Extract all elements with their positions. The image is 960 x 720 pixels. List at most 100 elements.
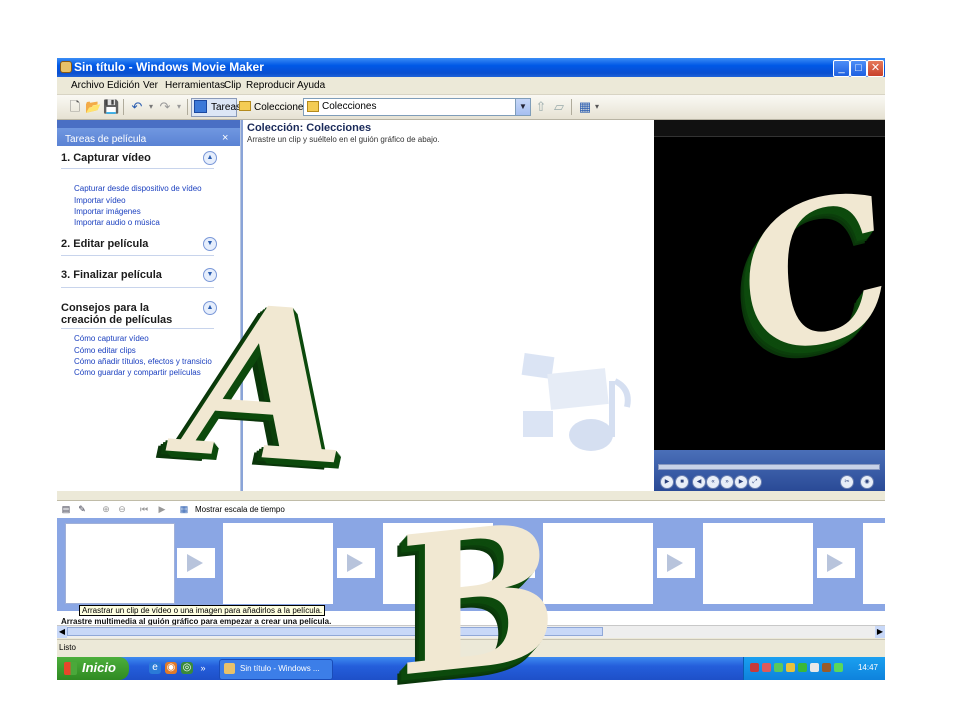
collection-up-icon[interactable]: ⇧ [533, 99, 549, 115]
new-collection-folder-icon[interactable]: ▱ [551, 99, 567, 115]
volume-icon[interactable] [810, 663, 819, 672]
menu-archivo[interactable]: Archivo [71, 80, 104, 91]
views-dropdown-icon[interactable]: ▾ [589, 99, 605, 115]
rewind-storyboard-icon[interactable]: ⏮ [139, 504, 149, 514]
transition-arrow-icon [827, 554, 843, 572]
task-pane-title: Tareas de película [65, 134, 147, 145]
quicklaunch-more-icon[interactable]: » [197, 662, 209, 674]
taskbar-movie-maker-button[interactable]: Sin título - Windows ... [219, 659, 333, 680]
rewind-icon[interactable]: « [706, 475, 720, 489]
tray-app-icon[interactable] [762, 663, 771, 672]
folder-icon [239, 101, 251, 111]
transition-slot[interactable] [657, 548, 695, 578]
collection-title: Colección: Colecciones [247, 122, 372, 134]
movie-maker-app-icon [60, 61, 72, 73]
tray-device-icon[interactable] [822, 663, 831, 672]
overlay-letter-c: C [734, 143, 897, 406]
redo-dropdown-icon[interactable]: ▾ [171, 99, 187, 115]
collection-folder-icon [307, 101, 319, 112]
tray-battery-icon[interactable] [834, 663, 843, 672]
collection-combo-value: Colecciones [322, 101, 377, 112]
open-project-icon[interactable]: 📂 [85, 99, 101, 115]
chevron-down-icon[interactable]: ▼ [203, 237, 217, 251]
toolbar: 🗋 📂 💾 ↶ ▾ ↷ ▾ Tareas Colecciones Colecci… [57, 95, 885, 120]
forward-icon[interactable]: » [720, 475, 734, 489]
new-project-icon[interactable]: 🗋 [67, 99, 83, 115]
zoom-in-icon[interactable]: ⊕ [101, 504, 111, 514]
start-button[interactable]: Inicio [57, 657, 129, 680]
chevron-up-icon[interactable]: ▲ [203, 151, 217, 165]
storyboard-slot[interactable] [703, 523, 813, 604]
tray-update-icon[interactable] [786, 663, 795, 672]
stop-icon[interactable]: ■ [675, 475, 689, 489]
next-frame-icon[interactable]: ▶ [734, 475, 748, 489]
transition-arrow-icon [667, 554, 683, 572]
start-label: Inicio [82, 660, 116, 675]
narrate-icon[interactable]: ✎ [77, 504, 87, 514]
link-how-capture[interactable]: Cómo capturar vídeo [74, 334, 149, 343]
status-text: Listo [59, 643, 76, 652]
storyboard-slot[interactable] [223, 523, 333, 604]
transition-slot[interactable] [177, 548, 215, 578]
link-how-save[interactable]: Cómo guardar y compartir películas [74, 368, 201, 377]
section-edit-title[interactable]: 2. Editar película [61, 238, 148, 250]
link-import-images[interactable]: Importar imágenes [74, 207, 141, 216]
storyboard-slot[interactable] [65, 523, 175, 604]
chevron-down-icon[interactable]: ▼ [515, 99, 530, 115]
save-project-icon[interactable]: 💾 [103, 99, 119, 115]
task-pane-close-icon[interactable]: × [222, 132, 228, 144]
tareas-button[interactable]: Tareas [191, 98, 241, 117]
quicklaunch-icon[interactable]: ◎ [181, 662, 193, 674]
menu-ver[interactable]: Ver [143, 80, 158, 91]
taskbar-button-label: Sin título - Windows ... [240, 664, 320, 673]
minimize-button[interactable]: _ [833, 60, 850, 77]
storyboard-view-icon[interactable]: ▤ [61, 504, 71, 514]
tray-antivirus-icon[interactable] [750, 663, 759, 672]
link-capture-device[interactable]: Capturar desde dispositivo de vídeo [74, 184, 202, 193]
take-picture-icon[interactable]: ◉ [860, 475, 874, 489]
link-import-video[interactable]: Importar vídeo [74, 196, 126, 205]
tray-network-icon[interactable] [774, 663, 783, 672]
scroll-right-icon[interactable]: ▶ [875, 626, 885, 638]
section-capture-title[interactable]: 1. Capturar vídeo [61, 152, 151, 164]
split-clip-icon[interactable]: ✂ [840, 475, 854, 489]
toolbar-separator [571, 99, 572, 115]
link-how-edit[interactable]: Cómo editar clips [74, 346, 136, 355]
menu-bar: Archivo Edición Ver Herramientas Clip Re… [57, 77, 885, 95]
menu-clip[interactable]: Clip [224, 80, 241, 91]
transition-slot[interactable] [337, 548, 375, 578]
tray-security-icon[interactable] [798, 663, 807, 672]
transition-slot[interactable] [817, 548, 855, 578]
task-pane-header: Tareas de película × [57, 120, 240, 146]
title-bar[interactable]: Sin título - Windows Movie Maker _ □ ✕ [57, 58, 885, 77]
task-pane-header-stripe [57, 120, 240, 128]
play-icon[interactable]: ▶ [660, 475, 674, 489]
play-storyboard-icon[interactable]: ▶ [157, 504, 167, 514]
menu-ayuda[interactable]: Ayuda [297, 80, 325, 91]
section-divider [61, 328, 214, 329]
fullscreen-icon[interactable]: ⤢ [748, 475, 762, 489]
link-import-audio[interactable]: Importar audio o música [74, 218, 160, 227]
menu-edicion[interactable]: Edición [107, 80, 140, 91]
collection-combo[interactable]: Colecciones ▼ [303, 98, 531, 116]
internet-explorer-icon[interactable]: e [149, 662, 161, 674]
section-finish-title[interactable]: 3. Finalizar película [61, 269, 162, 281]
preview-title-strip [654, 120, 885, 137]
storyboard-slot[interactable] [543, 523, 653, 604]
previous-frame-icon[interactable]: ◀ [692, 475, 706, 489]
menu-reproducir[interactable]: Reproducir [246, 80, 295, 91]
section-divider [61, 255, 214, 256]
menu-herramientas[interactable]: Herramientas [165, 80, 225, 91]
seek-bar[interactable] [658, 464, 880, 470]
section-tips-title[interactable]: Consejos para la creación de películas [61, 302, 196, 326]
maximize-button[interactable]: □ [850, 60, 867, 77]
tasks-pane-icon [194, 100, 207, 113]
media-icon[interactable]: ◉ [165, 662, 177, 674]
storyboard-slot[interactable] [863, 523, 885, 604]
zoom-out-icon[interactable]: ⊖ [117, 504, 127, 514]
colecciones-button[interactable]: Colecciones [239, 101, 308, 113]
scroll-left-icon[interactable]: ◀ [57, 626, 67, 638]
preview-controls: ▶ ■ ◀ « » ▶ ⤢ ✂ ◉ [654, 450, 885, 491]
close-button[interactable]: ✕ [867, 60, 884, 77]
timeline-icon[interactable]: ▦ [179, 504, 189, 514]
